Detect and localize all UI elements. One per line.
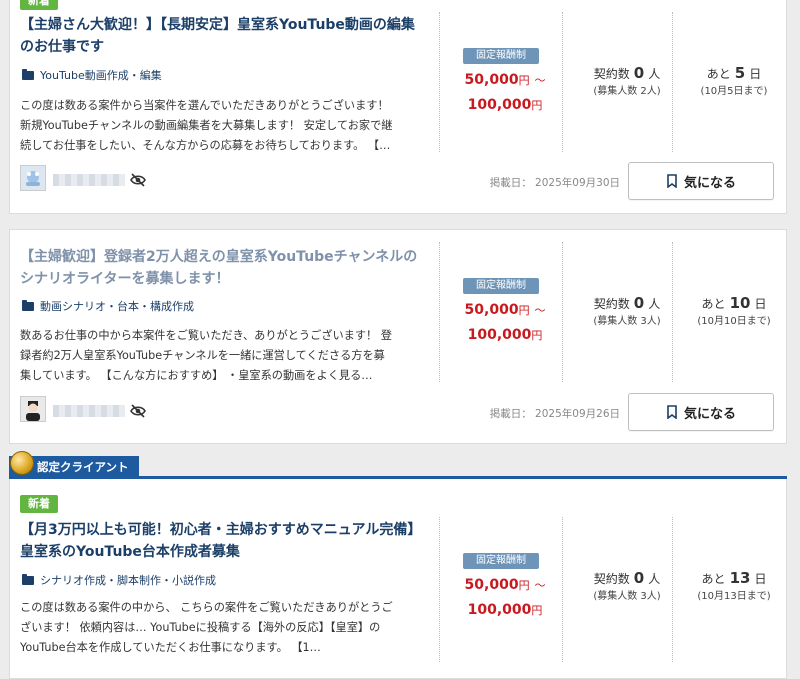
folder-icon xyxy=(22,300,34,311)
divider xyxy=(562,242,563,382)
bookmark-icon xyxy=(667,405,677,419)
deadline: あと 10 日 (10月10日まで) xyxy=(697,294,771,327)
divider xyxy=(439,517,440,662)
fee-type-badge: 固定報酬制 xyxy=(463,48,539,64)
job-card[interactable]: 【主婦歓迎】登録者2万人超えの皇室系YouTubeチャンネルの シナリオライター… xyxy=(9,229,787,444)
fee-type-badge: 固定報酬制 xyxy=(463,553,539,569)
new-badge: 新着 xyxy=(20,495,58,513)
contract-count: 契約数 0 人 (募集人数 2人) xyxy=(593,64,661,97)
new-badge: 新着 xyxy=(20,0,58,10)
job-category[interactable]: 動画シナリオ・台本・構成作成 xyxy=(22,300,194,314)
job-description: この度は数ある案件から当案件を選んでいただきありがとうございます！ 新規YouT… xyxy=(20,99,393,152)
posted-date: 掲載日： 2025年09月30日 xyxy=(489,177,620,189)
folder-icon xyxy=(22,574,34,585)
folder-icon xyxy=(22,69,34,80)
eye-slash-icon xyxy=(130,404,146,418)
contract-count: 契約数 0 人 (募集人数 3人) xyxy=(593,294,661,327)
divider xyxy=(439,242,440,382)
deadline: あと 13 日 (10月13日まで) xyxy=(697,569,771,602)
client-avatar[interactable] xyxy=(20,165,46,191)
contract-count: 契約数 0 人 (募集人数 3人) xyxy=(593,569,661,602)
job-title[interactable]: 【主婦さん大歓迎！】【長期安定】皇室系YouTube動画の編集 のお仕事です xyxy=(20,14,425,58)
job-card[interactable]: 新着 【主婦さん大歓迎！】【長期安定】皇室系YouTube動画の編集 のお仕事で… xyxy=(9,0,787,214)
bookmark-button[interactable]: 気になる xyxy=(628,162,774,200)
eye-slash-icon xyxy=(130,173,146,187)
job-title[interactable]: 【月3万円以上も可能！初心者・主婦おすすめマニュアル完備】 皇室系のYouTub… xyxy=(20,519,425,563)
job-category[interactable]: YouTube動画作成・編集 xyxy=(22,69,162,83)
price-range: 50,000円 ～ 100,000円 xyxy=(464,302,546,343)
divider xyxy=(562,12,563,152)
price-range: 50,000円 ～ 100,000円 xyxy=(464,72,546,113)
bookmark-button[interactable]: 気になる xyxy=(628,393,774,431)
bookmark-icon xyxy=(667,174,677,188)
price-range: 50,000円 ～ 100,000円 xyxy=(464,577,546,618)
posted-date: 掲載日： 2025年09月26日 xyxy=(489,408,620,420)
divider xyxy=(439,12,440,152)
client-name-hidden xyxy=(53,174,125,186)
fee-type-badge: 固定報酬制 xyxy=(463,278,539,294)
medal-icon xyxy=(10,451,34,475)
client-avatar[interactable] xyxy=(20,396,46,422)
divider xyxy=(562,517,563,662)
client-name-hidden xyxy=(53,405,125,417)
job-title[interactable]: 【主婦歓迎】登録者2万人超えの皇室系YouTubeチャンネルの シナリオライター… xyxy=(20,246,425,290)
job-card[interactable]: 新着 【月3万円以上も可能！初心者・主婦おすすめマニュアル完備】 皇室系のYou… xyxy=(9,479,787,679)
job-description: 数あるお仕事の中から本案件をご覧いただき、ありがとうございます！ 登 録者約2万… xyxy=(20,329,392,382)
job-category[interactable]: シナリオ作成・脚本制作・小説作成 xyxy=(22,574,216,588)
deadline: あと 5 日 (10月5日まで) xyxy=(700,64,768,97)
job-description: この度は数ある案件の中から、 こちらの案件をご覧いただきありがとうご ざいます！… xyxy=(20,601,393,654)
